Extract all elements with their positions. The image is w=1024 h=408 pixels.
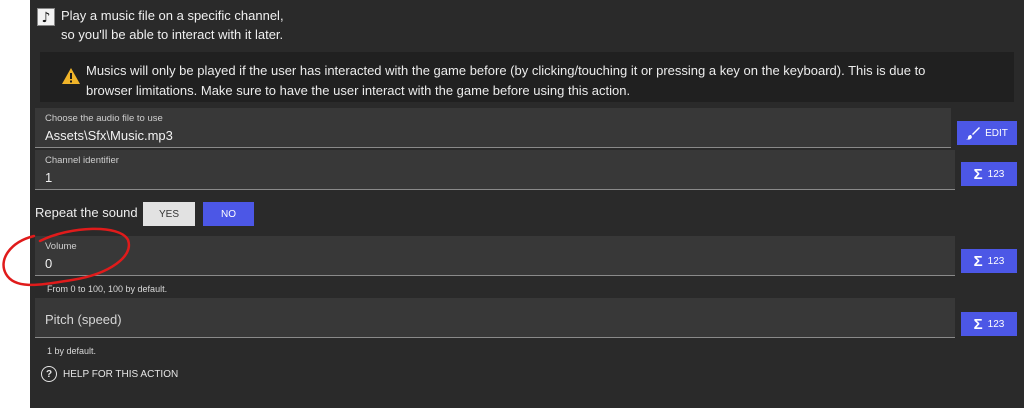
volume-value[interactable]: 0: [45, 256, 52, 271]
action-description: Play a music file on a specific channel,…: [61, 6, 284, 44]
audio-file-field[interactable]: Choose the audio file to use Assets\Sfx\…: [35, 108, 951, 148]
warning-banner: Musics will only be played if the user h…: [40, 52, 1014, 102]
volume-label: Volume: [45, 241, 77, 252]
expression-button-label: 123: [987, 318, 1005, 330]
help-for-action-link[interactable]: ? HELP FOR THIS ACTION: [41, 366, 178, 382]
audio-file-value[interactable]: Assets\Sfx\Music.mp3: [45, 128, 173, 143]
pitch-placeholder: Pitch (speed): [45, 312, 122, 327]
repeat-no-button[interactable]: NO: [203, 202, 254, 226]
sigma-icon: Σ: [973, 252, 983, 270]
channel-expression-button[interactable]: Σ 123: [961, 162, 1017, 186]
volume-helper-text: From 0 to 100, 100 by default.: [47, 284, 168, 294]
expression-button-label: 123: [987, 168, 1005, 180]
question-circle-icon: ?: [41, 366, 57, 382]
channel-identifier-field[interactable]: Channel identifier 1: [35, 150, 955, 190]
pitch-helper-text: 1 by default.: [47, 346, 97, 356]
edit-button-label: EDIT: [985, 127, 1008, 139]
action-editor-panel: ♪ Play a music file on a specific channe…: [30, 0, 1024, 408]
channel-identifier-label: Channel identifier: [45, 155, 119, 166]
edit-audio-button[interactable]: EDIT: [957, 121, 1017, 145]
pitch-field[interactable]: Pitch (speed): [35, 298, 955, 338]
repeat-sound-label: Repeat the sound: [35, 205, 138, 220]
sigma-icon: Σ: [973, 315, 983, 333]
description-line-2: so you'll be able to interact with it la…: [61, 27, 284, 42]
description-line-1: Play a music file on a specific channel,: [61, 8, 284, 23]
warning-text: Musics will only be played if the user h…: [86, 63, 926, 98]
sigma-icon: Σ: [973, 165, 983, 183]
pitch-expression-button[interactable]: Σ 123: [961, 312, 1017, 336]
expression-button-label: 123: [987, 255, 1005, 267]
channel-identifier-value[interactable]: 1: [45, 170, 52, 185]
brush-icon: [966, 127, 981, 140]
warning-triangle-icon: [62, 68, 80, 84]
volume-field[interactable]: Volume 0: [35, 236, 955, 276]
audio-file-label: Choose the audio file to use: [45, 113, 163, 124]
volume-expression-button[interactable]: Σ 123: [961, 249, 1017, 273]
repeat-yes-button[interactable]: YES: [143, 202, 195, 226]
music-note-icon: ♪: [37, 8, 55, 26]
help-link-label: HELP FOR THIS ACTION: [63, 368, 179, 380]
